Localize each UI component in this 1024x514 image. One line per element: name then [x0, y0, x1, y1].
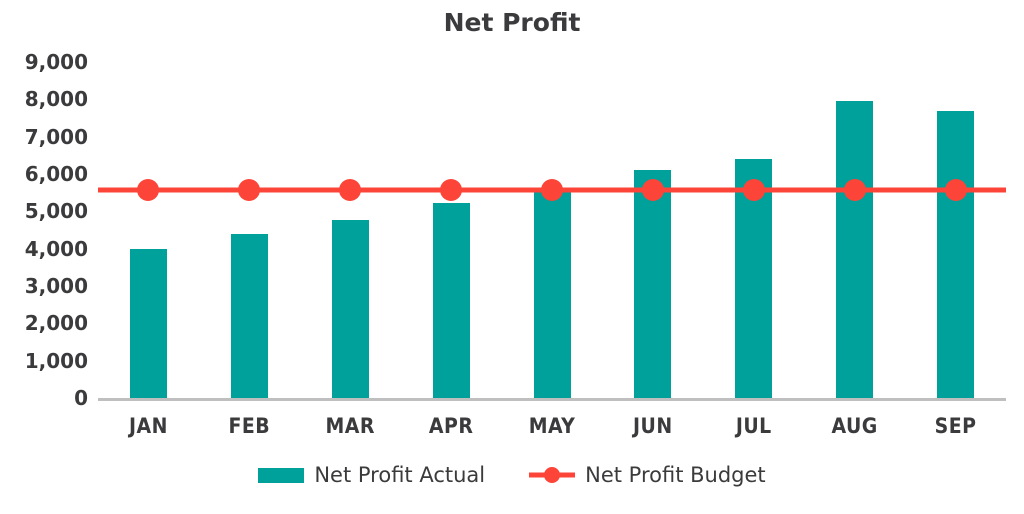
net-profit-chart: Net Profit 0 1,000 2,000 3,000 4,000 5,000 6,0… — [0, 0, 1024, 514]
bar-apr[interactable] — [432, 203, 470, 398]
budget-marker-sep[interactable] — [944, 178, 967, 201]
y-tick-label: 4,000 — [24, 236, 88, 261]
budget-marker-feb[interactable] — [238, 178, 261, 201]
budget-marker-mar[interactable] — [339, 178, 362, 201]
y-tick-label: 2,000 — [24, 311, 88, 336]
plot-area — [98, 62, 1006, 398]
legend-line-dot — [544, 467, 561, 483]
y-axis: 0 1,000 2,000 3,000 4,000 5,000 6,000 7,000 8,00… — [0, 50, 88, 410]
bar-may[interactable] — [533, 189, 571, 398]
x-axis: JAN FEB MAR APR MAY JUN JUL AUG SEP — [98, 414, 1006, 444]
y-tick-label: 8,000 — [24, 87, 88, 112]
chart-legend: Net Profit Actual Net Profit Budget — [0, 463, 1024, 487]
y-tick-label: 3,000 — [24, 274, 88, 298]
bar-sep[interactable] — [937, 111, 975, 398]
x-tick-label-feb: FEB — [228, 414, 271, 438]
budget-marker-aug[interactable] — [843, 178, 866, 201]
legend-label-net-profit-budget: Net Profit Budget — [585, 463, 766, 487]
x-tick-label-jul: JUL — [735, 414, 772, 438]
y-tick-label: 9,000 — [24, 50, 88, 74]
y-tick-label: 7,000 — [24, 124, 88, 149]
bar-feb[interactable] — [230, 234, 268, 398]
budget-marker-apr[interactable] — [440, 178, 463, 201]
bar-swatch-icon — [258, 467, 305, 483]
x-tick-label-mar: MAR — [325, 414, 375, 438]
x-axis-baseline — [98, 398, 1006, 401]
x-tick-label-apr: APR — [428, 414, 474, 438]
bar-jan[interactable] — [129, 248, 167, 398]
y-tick-label: 6,000 — [24, 162, 88, 186]
x-tick-label-sep: SEP — [934, 414, 977, 438]
chart-title: Net Profit — [443, 8, 581, 37]
legend-item-net-profit-budget[interactable]: Net Profit Budget — [529, 463, 766, 487]
bar-aug[interactable] — [836, 101, 874, 398]
legend-item-net-profit-actual[interactable]: Net Profit Actual — [258, 463, 485, 487]
bar-mar[interactable] — [331, 219, 369, 398]
legend-label-net-profit-actual: Net Profit Actual — [314, 463, 486, 487]
budget-marker-may[interactable] — [541, 178, 563, 201]
y-tick-label: 5,000 — [24, 199, 88, 224]
y-tick-label: 1,000 — [24, 348, 88, 373]
budget-marker-jan[interactable] — [137, 178, 160, 201]
x-tick-label-may: MAY — [528, 414, 576, 438]
bar-jun[interactable] — [634, 170, 672, 398]
line-marker-icon — [529, 466, 576, 484]
budget-marker-jul[interactable] — [742, 178, 765, 201]
x-tick-label-jun: JUN — [633, 414, 673, 438]
y-tick-label: 0 — [74, 386, 88, 410]
x-tick-label-jan: JAN — [128, 414, 168, 438]
budget-marker-jun[interactable] — [641, 178, 664, 201]
x-tick-label-aug: AUG — [831, 414, 878, 438]
